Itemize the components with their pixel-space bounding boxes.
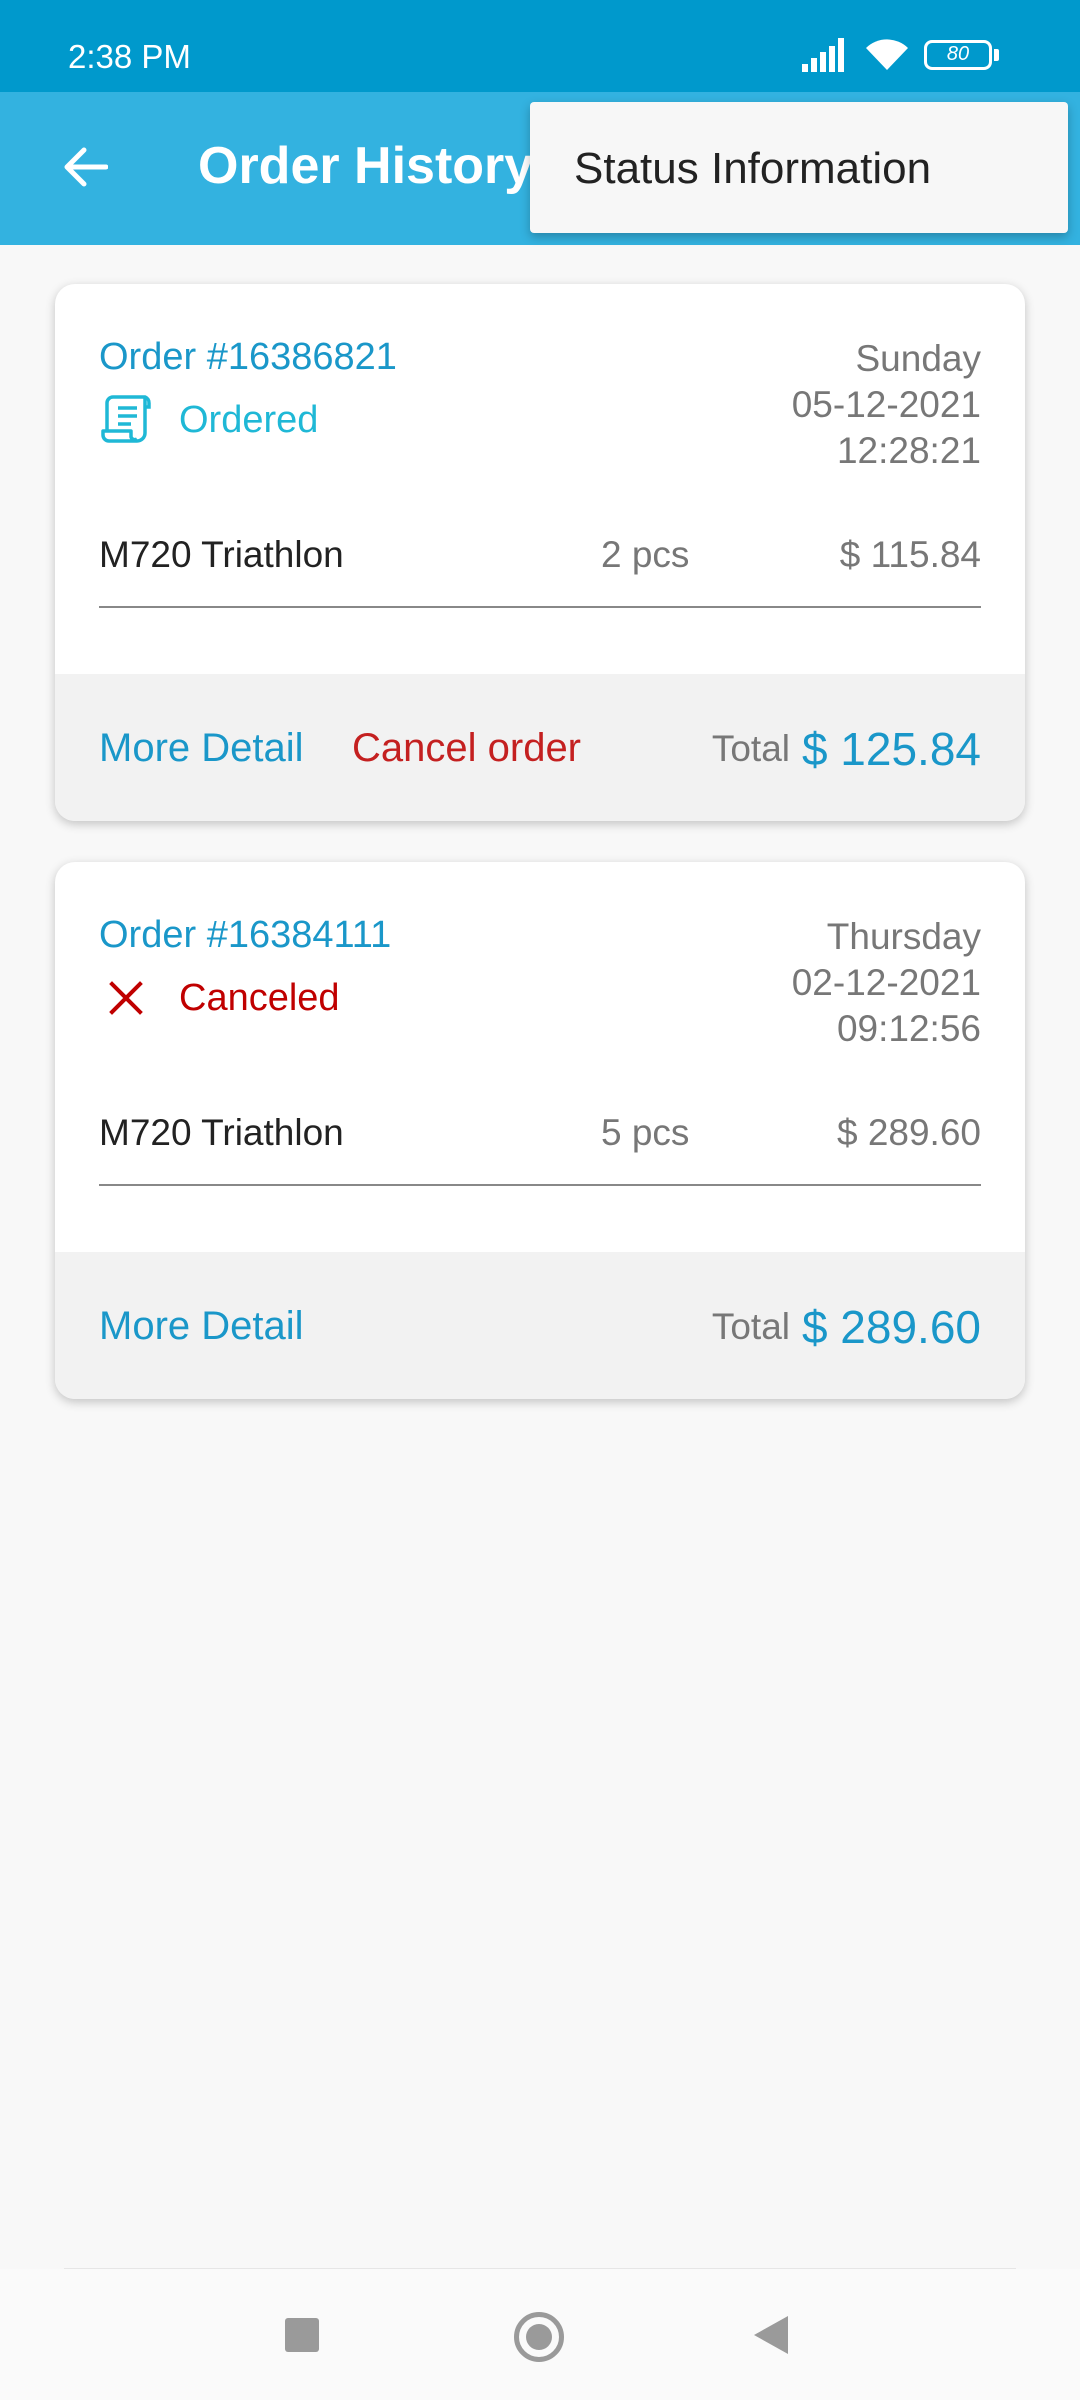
recents-square-icon[interactable] [285, 2318, 319, 2352]
arrow-left-icon [64, 147, 108, 187]
more-detail-button[interactable]: More Detail [99, 726, 304, 771]
total-label: Total [711, 728, 790, 769]
item-name: M720 Triathlon [99, 534, 344, 575]
order-card: Order #16384111 Canceled Thursday 02-12-… [55, 862, 1025, 1399]
order-date: 05-12-2021 [791, 384, 981, 425]
page-title: Order History [198, 137, 534, 195]
item-price: $ 289.60 [836, 1112, 981, 1153]
order-day: Sunday [855, 338, 982, 379]
total-value: $ 289.60 [801, 1301, 981, 1353]
item-quantity: 5 pcs [601, 1112, 690, 1153]
battery-level: 80 [946, 43, 970, 65]
order-datetime: Thursday 02-12-2021 09:12:56 [792, 914, 981, 1052]
item-quantity: 2 pcs [601, 534, 690, 575]
wifi-icon [866, 39, 908, 70]
order-time: 09:12:56 [836, 1008, 981, 1049]
signal-icon [802, 38, 844, 72]
back-triangle-icon[interactable] [754, 2316, 788, 2354]
status-label: Ordered [179, 398, 319, 441]
order-number: Order #16386821 [99, 336, 397, 378]
item-price: $ 115.84 [839, 534, 981, 575]
status-time: 2:38 PM [68, 38, 191, 75]
total-label: Total [711, 1306, 790, 1347]
order-status: Ordered [99, 390, 318, 450]
order-status: Canceled [99, 968, 340, 1028]
card-footer: More Detail Cancel order Total $ 125.84 [55, 674, 1025, 821]
battery-icon: 80 [924, 40, 1000, 72]
close-x-icon [99, 970, 153, 1026]
order-card: Order #16386821 Ordered Sunday 05-12-202… [55, 284, 1025, 821]
total-value: $ 125.84 [801, 723, 981, 775]
back-button[interactable] [40, 122, 130, 212]
order-number: Order #16384111 [99, 914, 392, 956]
overflow-popup-menu: Status Information [530, 102, 1068, 233]
item-name: M720 Triathlon [99, 1112, 344, 1153]
system-nav-bar [0, 2269, 1080, 2400]
more-detail-button[interactable]: More Detail [99, 1304, 304, 1349]
order-day: Thursday [826, 916, 981, 957]
divider [99, 606, 981, 608]
status-label: Canceled [179, 976, 340, 1019]
home-circle-icon[interactable] [514, 2312, 564, 2362]
divider [99, 1184, 981, 1186]
status-bar: 2:38 PM 80 [0, 0, 1080, 92]
cancel-order-button[interactable]: Cancel order [352, 726, 581, 771]
order-time: 12:28:21 [836, 430, 981, 471]
menu-item-status-information[interactable]: Status Information [574, 144, 931, 194]
order-item-row: M720 Triathlon 5 pcs $ 289.60 [99, 1112, 981, 1172]
order-date: 02-12-2021 [791, 962, 981, 1003]
order-datetime: Sunday 05-12-2021 12:28:21 [792, 336, 981, 474]
card-footer: More Detail Total $ 289.60 [55, 1252, 1025, 1399]
order-item-row: M720 Triathlon 2 pcs $ 115.84 [99, 534, 981, 594]
receipt-scroll-icon [99, 392, 153, 448]
